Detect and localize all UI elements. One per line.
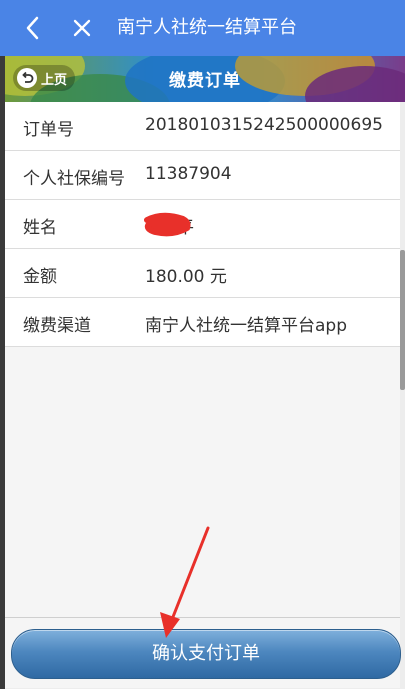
row-label: 姓名 xyxy=(23,218,57,238)
row-value: 20180103152425000006​95 xyxy=(145,115,383,135)
row-label: 金额 xyxy=(23,267,57,287)
order-number-row: 订单号 20180103152425000006​95 xyxy=(5,102,400,151)
close-icon[interactable] xyxy=(68,13,96,43)
confirm-payment-button[interactable]: 确认支付订单 xyxy=(11,629,401,679)
row-value: 180.00 元 xyxy=(145,267,227,287)
social-security-number-row: 个人社保编号 11387904 xyxy=(5,151,400,200)
row-value: 11387904 xyxy=(145,164,232,184)
scrollbar[interactable] xyxy=(400,250,405,390)
order-details: 订单号 20180103152425000006​95 个人社保编号 11387… xyxy=(5,102,400,347)
top-nav-bar: 南宁人社统一结算平台 xyxy=(0,0,405,56)
row-label: 个人社保编号 xyxy=(23,169,125,189)
order-sheet: 订单号 20180103152425000006​95 个人社保编号 11387… xyxy=(5,102,401,688)
name-row: 姓名 平 xyxy=(5,200,400,249)
page-title: 缴费订单 xyxy=(169,71,241,91)
footer-divider xyxy=(5,617,400,618)
page-header-banner: 上页 缴费订单 xyxy=(5,56,405,102)
amount-row: 金额 180.00 元 xyxy=(5,249,400,298)
row-label: 订单号 xyxy=(23,120,74,140)
redaction-scribble xyxy=(144,212,191,237)
app-title: 南宁人社统一结算平台 xyxy=(117,17,297,38)
chevron-left-icon[interactable] xyxy=(20,13,48,43)
row-label: 缴费渠道 xyxy=(23,316,91,336)
payment-channel-row: 缴费渠道 南宁人社统一结算平台app xyxy=(5,298,400,347)
row-value: 南宁人社统一结算平台app xyxy=(145,316,347,336)
